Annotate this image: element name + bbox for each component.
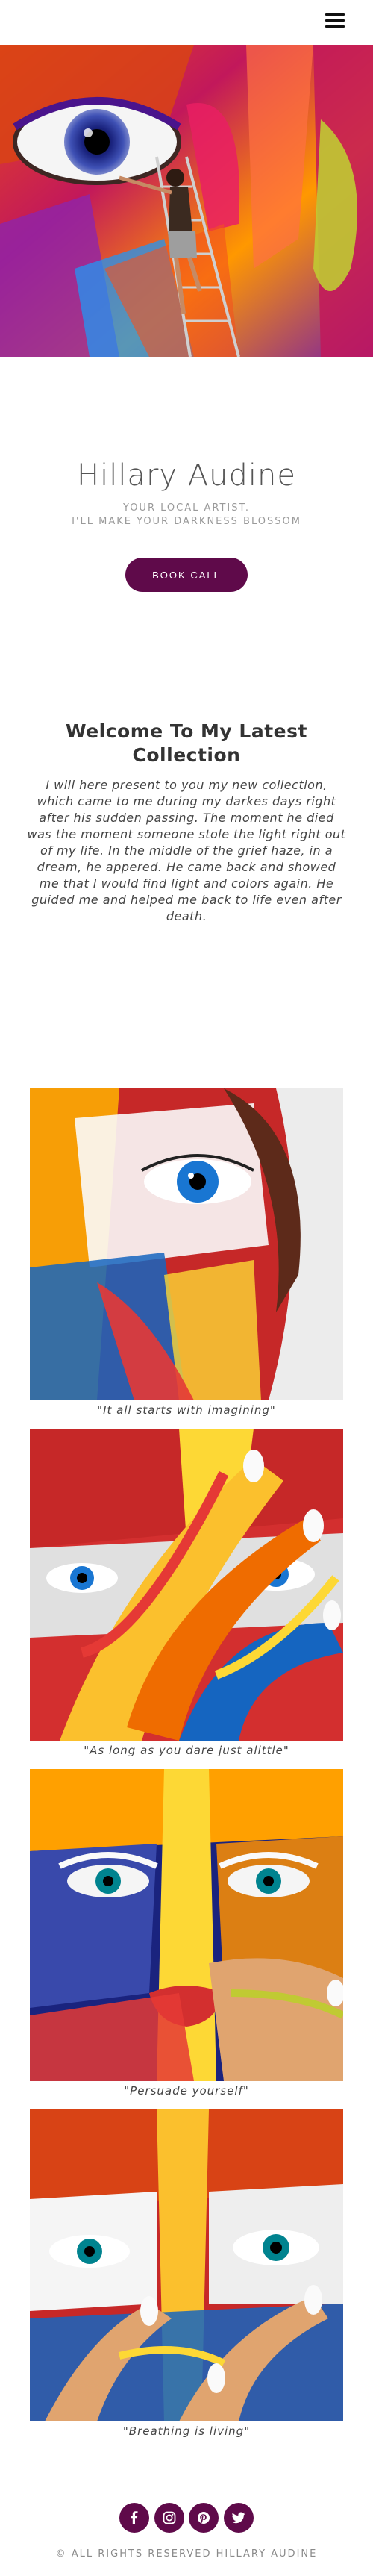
welcome-title: Welcome To My Latest Collection: [66, 720, 307, 766]
copyright-text: © ALL RIGHTS RESERVED HILLARY AUDINE: [55, 2548, 318, 2560]
tagline-line: I'LL MAKE YOUR DARKNESS BLOSSOM: [72, 516, 301, 527]
artwork-caption: "Breathing is living": [122, 2424, 251, 2438]
artist-name: Hillary Audine: [77, 458, 296, 493]
artwork-caption: "It all starts with imagining": [97, 1403, 276, 1417]
tagline: YOUR LOCAL ARTIST. I'LL MAKE YOUR DARKNE…: [0, 502, 373, 528]
artwork-caption: "As long as you dare just alittle": [84, 1744, 289, 1757]
menu-line: [325, 25, 345, 28]
gallery-item: "Breathing is living": [30, 2109, 343, 2438]
artwork-image: [30, 2109, 343, 2421]
instagram-icon[interactable]: [154, 2503, 184, 2533]
menu-line: [325, 13, 345, 16]
menu-line: [325, 19, 345, 22]
artwork-image: [30, 1429, 343, 1741]
book-call-button[interactable]: BOOK CALL: [125, 558, 248, 592]
artwork-image: [30, 1769, 343, 2081]
gallery-item: "As long as you dare just alittle": [30, 1429, 343, 1757]
hamburger-menu-icon[interactable]: [325, 10, 345, 30]
pinterest-icon[interactable]: [189, 2503, 219, 2533]
twitter-icon[interactable]: [223, 2503, 254, 2533]
gallery-item: "Persuade yourself": [30, 1769, 343, 2098]
gallery-item: "It all starts with imagining": [30, 1088, 343, 1417]
tagline-line: YOUR LOCAL ARTIST.: [122, 502, 251, 514]
social-links: [119, 2503, 254, 2534]
artwork-image: [30, 1088, 343, 1400]
hero-image: [0, 45, 373, 357]
welcome-text: I will here present to you my new collec…: [27, 778, 346, 923]
artwork-caption: "Persuade yourself": [124, 2084, 249, 2098]
top-bar: [0, 0, 373, 45]
facebook-icon[interactable]: [119, 2503, 149, 2533]
